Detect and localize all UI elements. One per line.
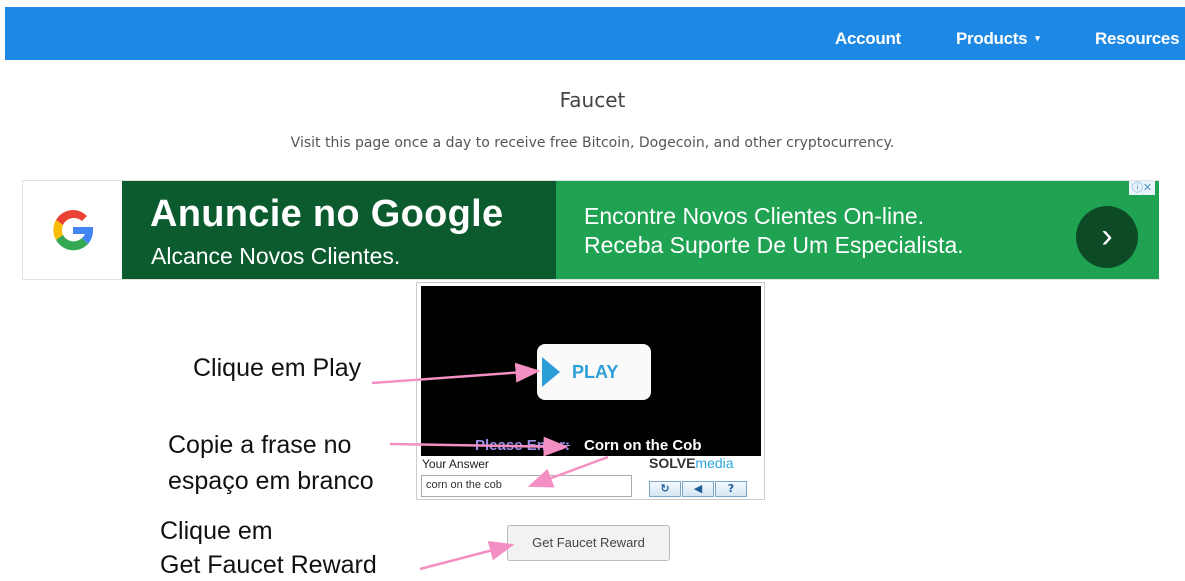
play-icon	[542, 357, 560, 387]
annotation-play: Clique em Play	[193, 354, 362, 382]
ad-logo-area	[23, 181, 123, 279]
annotation-reward-line-2: Get Faucet Reward	[160, 551, 377, 579]
ad-headline[interactable]: Anuncie no Google	[150, 193, 503, 236]
captcha-phrase: Corn on the Cob	[584, 437, 702, 454]
solve-media-logo-b: media	[695, 455, 734, 471]
refresh-icon[interactable]: ↻	[649, 481, 681, 497]
nav-products[interactable]: Products ▾	[956, 29, 1040, 49]
ad-description-line-1[interactable]: Encontre Novos Clientes On-line.	[584, 203, 924, 230]
answer-input[interactable]: corn on the cob	[421, 475, 632, 497]
answer-label: Your Answer	[422, 457, 489, 471]
nav-resources[interactable]: Resources	[1095, 29, 1180, 49]
ad-headline-panel[interactable]: Anuncie no Google Alcance Novos Clientes…	[122, 181, 556, 279]
page-subtitle: Visit this page once a day to receive fr…	[290, 135, 895, 151]
annotation-copy-line-2: espaço em branco	[168, 467, 374, 495]
page-title: Faucet	[559, 88, 626, 112]
ad-description-panel[interactable]: Encontre Novos Clientes On-line. Receba …	[556, 181, 1159, 279]
play-button[interactable]: PLAY	[537, 344, 651, 400]
get-faucet-reward-button[interactable]: Get Faucet Reward	[507, 525, 670, 561]
solve-media-captcha: PLAY Please Enter: Corn on the Cob Your …	[416, 282, 765, 500]
nav-products-label[interactable]: Products	[956, 29, 1028, 48]
please-enter-label: Please Enter:	[475, 437, 571, 454]
ad-arrow-button[interactable]: ›	[1076, 206, 1138, 268]
captcha-video[interactable]: PLAY Please Enter: Corn on the Cob	[421, 286, 761, 456]
play-button-label: PLAY	[572, 362, 619, 382]
google-logo-icon	[53, 210, 94, 251]
chevron-down-icon[interactable]: ▾	[1035, 33, 1040, 43]
top-navbar: Account Products ▾ Resources	[5, 7, 1185, 60]
ad-choices-icon[interactable]: ⓘ✕	[1129, 181, 1155, 195]
google-ad-banner[interactable]: Anuncie no Google Alcance Novos Clientes…	[22, 180, 1159, 280]
help-icon[interactable]: ?	[715, 481, 747, 497]
captcha-controls: ↻ ◀?	[649, 477, 748, 497]
ad-description-line-2[interactable]: Receba Suporte De Um Especialista.	[584, 232, 964, 259]
arrow-to-reward	[419, 541, 515, 571]
ad-subline[interactable]: Alcance Novos Clientes.	[151, 243, 400, 270]
solve-media-logo: SOLVEmedia	[649, 455, 734, 471]
audio-icon[interactable]: ◀	[682, 481, 714, 497]
annotation-reward-line-1: Clique em	[160, 517, 273, 545]
annotation-copy-line-1: Copie a frase no	[168, 431, 352, 459]
solve-media-logo-a: SOLVE	[649, 455, 696, 471]
nav-account[interactable]: Account	[835, 29, 901, 49]
